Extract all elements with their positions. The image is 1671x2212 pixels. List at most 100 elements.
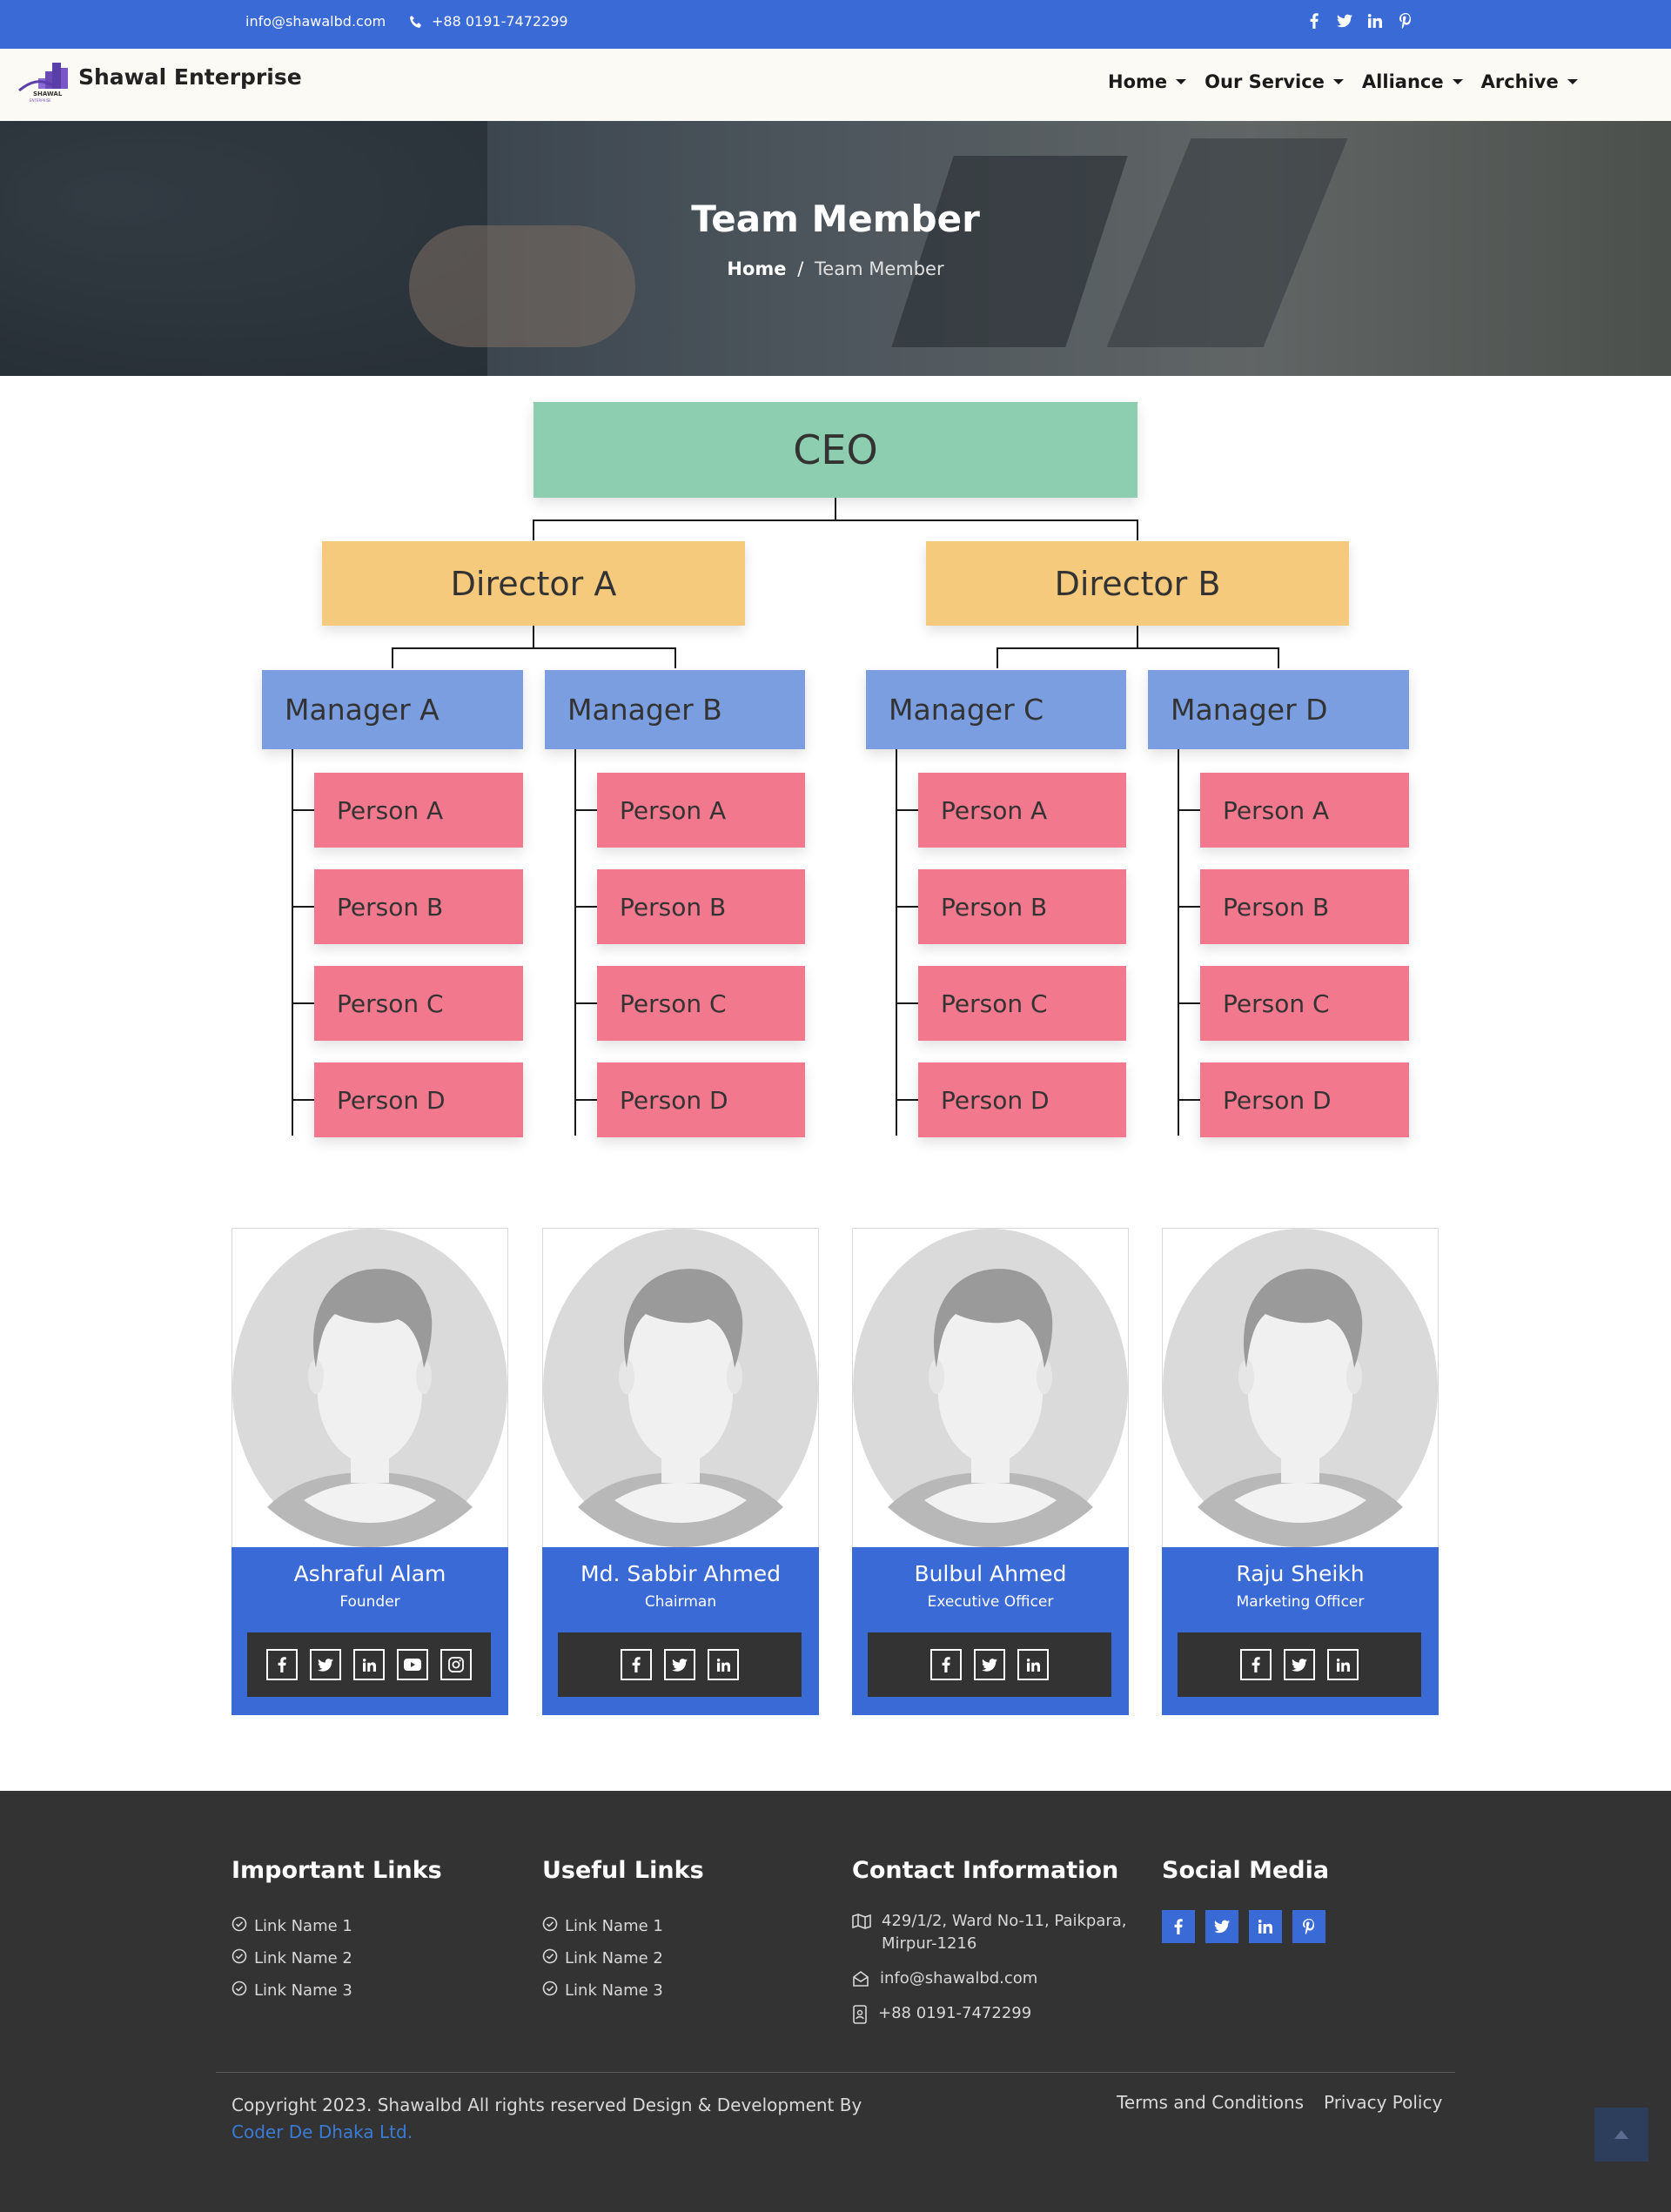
nav-item-archive[interactable]: Archive <box>1481 71 1578 92</box>
org-node-manager-c: Manager C <box>866 670 1126 749</box>
chevron-down-icon <box>1332 79 1344 84</box>
contact-email-text: info@shawalbd.com <box>880 1969 1038 1987</box>
org-node-director-b: Director B <box>926 541 1349 626</box>
twitter-icon[interactable] <box>664 1649 695 1680</box>
address-line: 429/1/2, Ward No-11, Paikpara, <box>882 1912 1127 1930</box>
org-connector <box>896 906 918 908</box>
org-node-person: Person B <box>314 869 523 944</box>
facebook-icon[interactable] <box>266 1649 298 1680</box>
phone-icon <box>410 15 421 28</box>
linkedin-icon[interactable] <box>1366 11 1384 30</box>
org-connector <box>674 647 676 668</box>
org-connector <box>1178 809 1200 811</box>
privacy-link[interactable]: Privacy Policy <box>1324 2092 1442 2113</box>
member-social-links <box>247 1632 491 1697</box>
linkedin-icon[interactable] <box>708 1649 739 1680</box>
chevron-down-icon <box>1176 79 1187 84</box>
instagram-icon[interactable] <box>440 1649 472 1680</box>
org-node-director-a: Director A <box>322 541 745 626</box>
nav-label: Our Service <box>1205 71 1325 92</box>
logo-subtext: ENTERPRISE <box>30 98 51 103</box>
team-card: Ashraful Alam Founder <box>232 1228 508 1715</box>
page-title: Team Member <box>691 198 980 240</box>
org-connector <box>392 647 676 649</box>
contact-email[interactable]: info@shawalbd.com <box>852 1967 1127 1990</box>
org-node-person: Person D <box>597 1062 805 1137</box>
member-social-links <box>1178 1632 1421 1697</box>
org-node-person: Person A <box>918 773 1126 848</box>
brand-name[interactable]: Shawal Enterprise <box>78 64 302 90</box>
org-node-person: Person B <box>1200 869 1409 944</box>
terms-link[interactable]: Terms and Conditions <box>1117 2092 1304 2113</box>
footer-link[interactable]: Link Name 3 <box>542 1974 704 2007</box>
linkedin-icon[interactable] <box>353 1649 385 1680</box>
logo-text: SHAWAL <box>33 90 63 97</box>
org-connector <box>1178 906 1200 908</box>
twitter-icon[interactable] <box>310 1649 341 1680</box>
org-node-person: Person D <box>314 1062 523 1137</box>
facebook-icon[interactable] <box>1305 11 1323 30</box>
topbar-social-links <box>1305 11 1414 30</box>
org-connector <box>1278 647 1279 668</box>
member-role: Marketing Officer <box>1236 1593 1365 1611</box>
twitter-icon[interactable] <box>1284 1649 1315 1680</box>
copyright: Copyright 2023. Shawalbd All rights rese… <box>232 2092 862 2146</box>
twitter-icon[interactable] <box>1205 1910 1238 1943</box>
twitter-icon[interactable] <box>1336 11 1353 30</box>
org-connector <box>896 1099 918 1101</box>
member-social-links <box>868 1632 1111 1697</box>
facebook-icon[interactable] <box>930 1649 962 1680</box>
breadcrumb-separator: / <box>797 258 804 279</box>
youtube-icon[interactable] <box>397 1649 428 1680</box>
member-role: Founder <box>339 1593 400 1611</box>
nav-item-our-service[interactable]: Our Service <box>1205 71 1344 92</box>
pinterest-icon[interactable] <box>1397 11 1414 30</box>
org-connector <box>1178 749 1179 1136</box>
org-node-person: Person B <box>918 869 1126 944</box>
breadcrumb-home[interactable]: Home <box>727 258 786 279</box>
org-connector <box>896 749 897 1136</box>
linkedin-icon[interactable] <box>1327 1649 1359 1680</box>
footer-link-label: Link Name 3 <box>254 1981 352 2000</box>
developer-link[interactable]: Coder De Dhaka Ltd. <box>232 2119 862 2146</box>
check-circle-icon <box>232 1948 247 1968</box>
breadcrumb-current: Team Member <box>815 258 944 279</box>
breadcrumb: Home / Team Member <box>0 258 1671 279</box>
facebook-icon[interactable] <box>621 1649 652 1680</box>
footer-link[interactable]: Link Name 2 <box>542 1942 704 1974</box>
footer-link[interactable]: Link Name 1 <box>232 1910 442 1942</box>
twitter-icon[interactable] <box>974 1649 1005 1680</box>
member-role: Chairman <box>644 1593 717 1611</box>
topbar-phone-text: +88 0191-7472299 <box>432 13 568 30</box>
nav-item-home[interactable]: Home <box>1108 71 1187 92</box>
topbar-phone[interactable]: +88 0191-7472299 <box>409 13 568 30</box>
facebook-icon[interactable] <box>1162 1910 1195 1943</box>
linkedin-icon[interactable] <box>1249 1910 1282 1943</box>
linkedin-icon[interactable] <box>1017 1649 1049 1680</box>
facebook-icon[interactable] <box>1240 1649 1272 1680</box>
footer-link-label: Link Name 2 <box>254 1949 352 1967</box>
org-connector <box>392 647 393 668</box>
footer-link[interactable]: Link Name 3 <box>232 1974 442 2007</box>
check-circle-icon <box>232 1981 247 2001</box>
member-name: Bulbul Ahmed <box>914 1561 1067 1586</box>
pinterest-icon[interactable] <box>1292 1910 1325 1943</box>
topbar-email[interactable]: info@shawalbd.com <box>245 13 386 30</box>
brand-logo[interactable]: SHAWAL ENTERPRISE <box>17 59 71 103</box>
back-to-top-button[interactable] <box>1594 2108 1648 2162</box>
org-node-person: Person A <box>1200 773 1409 848</box>
team-card: Raju Sheikh Marketing Officer <box>1162 1228 1439 1715</box>
footer-link[interactable]: Link Name 1 <box>542 1910 704 1942</box>
org-node-manager-a: Manager A <box>262 670 523 749</box>
contact-phone[interactable]: +88 0191-7472299 <box>852 2002 1127 2025</box>
org-connector <box>533 625 534 648</box>
footer-heading: Contact Information <box>852 1857 1119 1884</box>
org-connector <box>1137 625 1138 648</box>
member-name: Md. Sabbir Ahmed <box>580 1561 781 1586</box>
nav-item-alliance[interactable]: Alliance <box>1362 71 1463 92</box>
org-node-person: Person A <box>597 773 805 848</box>
org-node-person: Person A <box>314 773 523 848</box>
address-book-icon <box>853 2005 867 2024</box>
footer-link[interactable]: Link Name 2 <box>232 1942 442 1974</box>
org-connector <box>835 498 836 520</box>
